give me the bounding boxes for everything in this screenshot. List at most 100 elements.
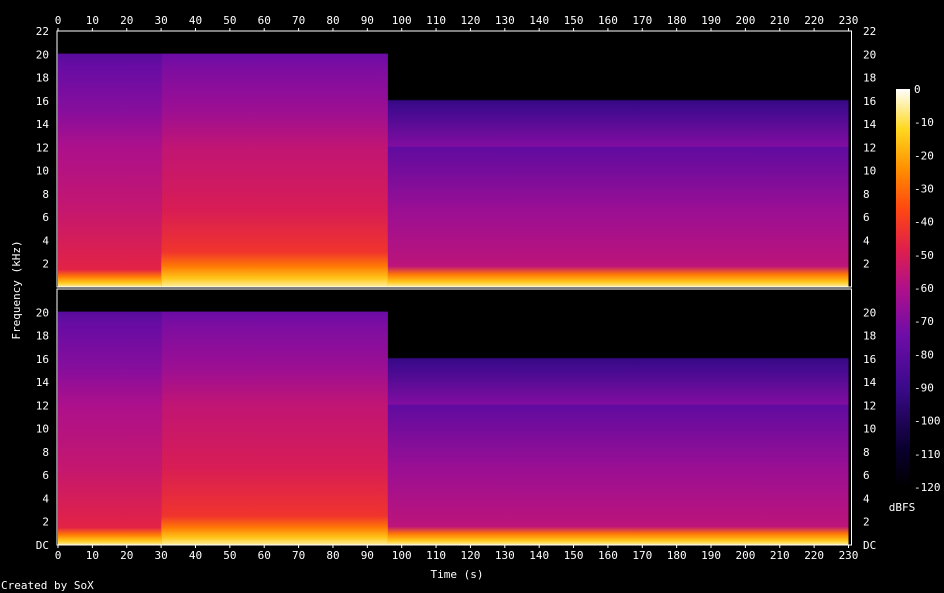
y-tick-label: 20 — [863, 306, 876, 319]
x-axis-bottom-ticks: 0 10 20 30 40 50 60 70 80 90 100 110 120 130 140 150 160… — [55, 545, 859, 562]
y-tick-label: 12 — [36, 141, 49, 154]
channel-plot — [56, 288, 852, 546]
y-tick-label: 16 — [863, 95, 876, 108]
x-tick-label: 170 — [632, 549, 652, 562]
x-tick-label: 60 — [258, 14, 271, 27]
x-tick-label: 40 — [189, 549, 202, 562]
credit-text: Created by SoX — [1, 579, 94, 592]
y-tick-label: DC — [36, 539, 49, 552]
spectrogram-segment — [161, 289, 388, 545]
spectrogram-figure: 0 -10 -20 -30 -40 -50 -60 -70 -80 -90 -100 -110 -120… — [10, 14, 941, 581]
x-tick-label: 30 — [154, 549, 167, 562]
x-tick-label: 60 — [258, 549, 271, 562]
y-tick-label: 20 — [863, 48, 876, 61]
x-tick-label: 40 — [189, 14, 202, 27]
y-tick-label: 4 — [863, 234, 870, 247]
x-tick-label: 200 — [735, 549, 755, 562]
colorbar-tick-label: -80 — [914, 348, 934, 361]
y-tick-label: 10 — [36, 165, 49, 178]
y-tick-label: 22 — [863, 25, 876, 38]
y-tick-label: 22 — [36, 25, 49, 38]
x-tick-label: 110 — [426, 549, 446, 562]
x-tick-label: 100 — [392, 14, 412, 27]
x-tick-label: 190 — [701, 549, 721, 562]
y-tick-label: 12 — [36, 399, 49, 412]
colorbar-tick-label: -120 — [914, 481, 941, 494]
x-tick-label: 120 — [460, 549, 480, 562]
x-tick-label: 230 — [839, 549, 859, 562]
y-tick-label: 6 — [42, 469, 49, 482]
x-tick-label: 220 — [804, 549, 824, 562]
y-tick-label: 6 — [42, 211, 49, 224]
x-tick-label: 100 — [392, 549, 412, 562]
spectrogram-segment — [58, 289, 162, 545]
x-tick-label: 20 — [120, 14, 133, 27]
x-axis-label: Time (s) — [431, 568, 484, 581]
x-tick-label: 150 — [564, 549, 584, 562]
colorbar-tick-label: -10 — [914, 116, 934, 129]
y-tick-label: 14 — [36, 118, 50, 131]
x-tick-label: 10 — [86, 14, 99, 27]
y-tick-label: 4 — [42, 234, 49, 247]
x-tick-label: 70 — [292, 14, 305, 27]
colorbar-ticks: 0 -10 -20 -30 -40 -50 -60 -70 -80 -90 -100 -110 -120 — [914, 83, 941, 494]
x-tick-label: 90 — [361, 14, 374, 27]
y-tick-label: 4 — [42, 492, 49, 505]
y-tick-label: 2 — [863, 516, 870, 529]
y-tick-label: 2 — [863, 258, 870, 271]
colorbar-tick-label: -20 — [914, 149, 934, 162]
x-tick-label: 50 — [223, 549, 236, 562]
x-tick-label: 130 — [495, 549, 515, 562]
x-tick-label: 170 — [632, 14, 652, 27]
y-tick-label: 6 — [863, 211, 870, 224]
x-tick-label: 140 — [529, 14, 549, 27]
y-tick-label: 20 — [36, 48, 49, 61]
x-tick-label: 200 — [735, 14, 755, 27]
x-tick-label: 80 — [326, 14, 339, 27]
colorbar-tick-label: -30 — [914, 183, 934, 196]
x-tick-label: 190 — [701, 14, 721, 27]
x-tick-label: 110 — [426, 14, 446, 27]
x-tick-label: 210 — [770, 549, 790, 562]
colorbar-tick-label: -50 — [914, 249, 934, 262]
y-tick-label: 8 — [863, 446, 870, 459]
y-tick-label: 12 — [863, 141, 876, 154]
y-tick-label: 14 — [36, 376, 50, 389]
y-tick-label: 10 — [36, 423, 49, 436]
y-tick-label: 2 — [42, 258, 49, 271]
spectrogram-segment — [387, 289, 849, 545]
y-tick-label: 12 — [863, 399, 876, 412]
channel-plot — [56, 30, 852, 288]
x-tick-label: 70 — [292, 549, 305, 562]
x-tick-label: 150 — [564, 14, 584, 27]
colorbar-tick-label: -40 — [914, 216, 934, 229]
y-axis-label: Frequency (kHz) — [10, 240, 23, 339]
colorbar-tick-label: 0 — [914, 83, 921, 96]
y-tick-label: 18 — [863, 72, 876, 85]
y-tick-label: 16 — [36, 353, 49, 366]
y-tick-label: 2 — [42, 516, 49, 529]
x-tick-label: 0 — [55, 549, 62, 562]
x-tick-label: 0 — [55, 14, 62, 27]
y-tick-label: 18 — [863, 330, 876, 343]
y-tick-label: 8 — [863, 188, 870, 201]
y-tick-label: 6 — [863, 469, 870, 482]
x-tick-label: 20 — [120, 549, 133, 562]
x-tick-label: 180 — [667, 549, 687, 562]
x-tick-label: 180 — [667, 14, 687, 27]
colorbar-tick-label: -60 — [914, 282, 934, 295]
x-tick-label: 160 — [598, 14, 618, 27]
x-tick-label: 210 — [770, 14, 790, 27]
x-tick-label: 160 — [598, 549, 618, 562]
y-tick-label: 18 — [36, 330, 49, 343]
y-tick-label: 20 — [36, 306, 49, 319]
y-tick-label: 8 — [42, 446, 49, 459]
colorbar-tick-label: -100 — [914, 415, 941, 428]
x-tick-label: 130 — [495, 14, 515, 27]
x-tick-label: 90 — [361, 549, 374, 562]
spectrogram-segment — [161, 31, 388, 287]
colorbar — [896, 89, 910, 487]
spectrogram-segment — [58, 31, 162, 287]
y-tick-label: 4 — [863, 492, 870, 505]
x-tick-label: 220 — [804, 14, 824, 27]
